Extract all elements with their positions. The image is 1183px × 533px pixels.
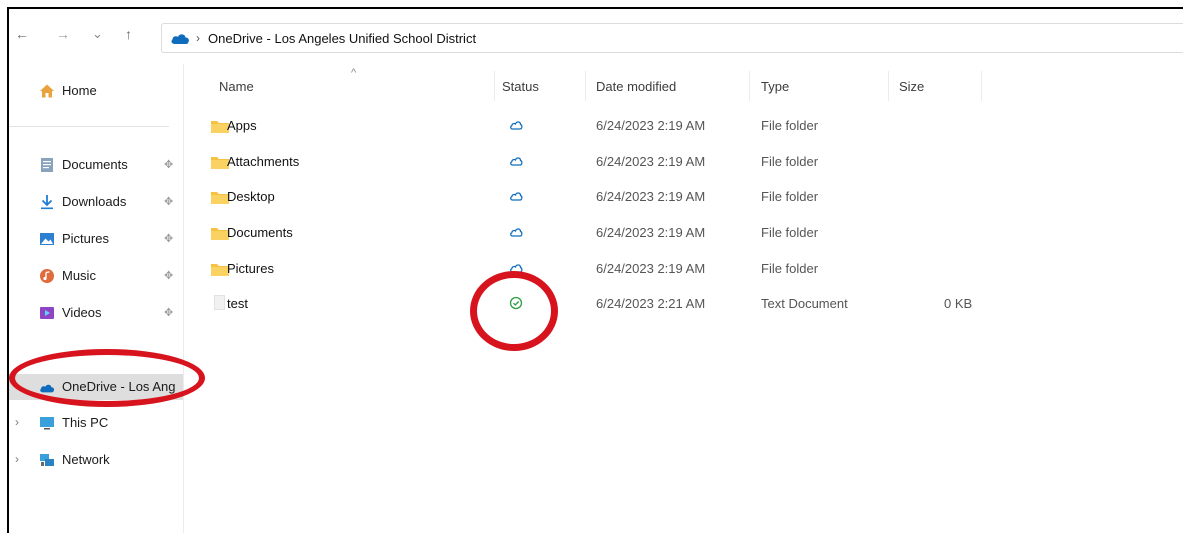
file-name[interactable]: Documents (227, 225, 293, 240)
chevron-right-icon[interactable]: › (15, 379, 19, 393)
file-row-apps[interactable]: Apps 6/24/2023 2:19 AM File folder (199, 109, 1003, 143)
sidebar-item-music[interactable]: Music ✥ (9, 263, 183, 289)
date-modified: 6/24/2023 2:19 AM (596, 225, 706, 240)
forward-button[interactable]: → (56, 27, 70, 41)
breadcrumb-separator: › (196, 31, 200, 45)
music-icon (40, 269, 54, 283)
pictures-icon (40, 233, 54, 245)
up-button[interactable]: ↑ (125, 27, 132, 41)
column-header-type[interactable]: Type (761, 79, 789, 94)
onedrive-cloud-icon (171, 33, 189, 44)
sidebar-item-onedrive[interactable]: › OneDrive - Los Ang (9, 374, 183, 400)
file-row-test[interactable]: test 6/24/2023 2:21 AM Text Document 0 K… (199, 287, 1003, 321)
column-headers: ^ Name Status Date modified Type Size (199, 67, 1183, 101)
cloud-status-icon (510, 157, 523, 166)
pin-icon[interactable]: ✥ (164, 306, 173, 319)
sidebar-divider (9, 126, 169, 127)
file-type: File folder (761, 118, 819, 133)
file-row-desktop[interactable]: Desktop 6/24/2023 2:19 AM File folder (199, 180, 1003, 214)
sidebar-item-label: Music (62, 268, 96, 283)
breadcrumb-onedrive[interactable]: OneDrive - Los Angeles Unified School Di… (208, 31, 476, 46)
sort-ascending-icon: ^ (351, 67, 357, 79)
cloud-status-icon (510, 264, 523, 273)
synced-checkmark-icon (509, 296, 523, 310)
sidebar-item-pictures[interactable]: Pictures ✥ (9, 226, 183, 252)
column-header-date-modified[interactable]: Date modified (596, 79, 676, 94)
column-header-name[interactable]: Name (219, 79, 254, 94)
pin-icon[interactable]: ✥ (164, 195, 173, 208)
downloads-icon (41, 195, 53, 210)
column-divider[interactable] (888, 71, 889, 101)
sidebar-item-videos[interactable]: Videos ✥ (9, 300, 183, 326)
column-divider[interactable] (981, 71, 982, 101)
sidebar-item-label: OneDrive - Los Ang (62, 379, 176, 394)
file-row-attachments[interactable]: Attachments 6/24/2023 2:19 AM File folde… (199, 145, 1003, 179)
file-explorer-window: ← → ⌄ ↑ › OneDrive - Los Angeles Unified… (7, 7, 1183, 533)
file-name[interactable]: test (227, 296, 248, 311)
file-type: Text Document (761, 296, 848, 311)
date-modified: 6/24/2023 2:19 AM (596, 261, 706, 276)
sidebar-item-label: Network (62, 452, 110, 467)
sidebar-item-this-pc[interactable]: › This PC (9, 410, 183, 436)
sidebar-item-label: Videos (62, 305, 102, 320)
back-button[interactable]: ← (15, 27, 29, 41)
date-modified: 6/24/2023 2:19 AM (596, 189, 706, 204)
sidebar-item-documents[interactable]: Documents ✥ (9, 152, 183, 178)
sidebar-item-network[interactable]: › Network (9, 447, 183, 473)
column-header-status[interactable]: Status (502, 79, 539, 94)
navigation-bar: ← → ⌄ ↑ › OneDrive - Los Angeles Unified… (9, 9, 1183, 59)
file-name[interactable]: Pictures (227, 261, 274, 276)
file-size: 0 KB (944, 296, 973, 311)
cloud-status-icon (510, 192, 523, 201)
documents-icon (41, 158, 53, 172)
navigation-pane: Home Documents ✥ Downloads ✥ Pictures ✥ … (9, 64, 184, 533)
sidebar-item-label: Pictures (62, 231, 109, 246)
sidebar-item-label: Downloads (62, 194, 127, 209)
file-type: File folder (761, 154, 819, 169)
chevron-right-icon[interactable]: › (15, 415, 19, 429)
onedrive-cloud-icon (40, 384, 55, 393)
file-type: File folder (761, 225, 819, 240)
file-name[interactable]: Apps (227, 118, 257, 133)
column-divider[interactable] (749, 71, 750, 101)
sidebar-item-label: This PC (62, 415, 109, 430)
sidebar-item-label: Documents (62, 157, 128, 172)
file-type: File folder (761, 189, 819, 204)
home-icon (40, 84, 54, 98)
file-row-pictures[interactable]: Pictures 6/24/2023 2:19 AM File folder (199, 252, 1003, 286)
sidebar-item-downloads[interactable]: Downloads ✥ (9, 189, 183, 215)
date-modified: 6/24/2023 2:21 AM (596, 296, 706, 311)
text-document-icon (214, 295, 225, 310)
column-header-size[interactable]: Size (899, 79, 924, 94)
file-name[interactable]: Desktop (227, 189, 275, 204)
computer-icon (40, 417, 54, 430)
column-divider[interactable] (585, 71, 586, 101)
file-type: File folder (761, 261, 819, 276)
date-modified: 6/24/2023 2:19 AM (596, 118, 706, 133)
pin-icon[interactable]: ✥ (164, 232, 173, 245)
pin-icon[interactable]: ✥ (164, 158, 173, 171)
address-bar[interactable]: › OneDrive - Los Angeles Unified School … (161, 23, 1183, 53)
file-name[interactable]: Attachments (227, 154, 299, 169)
cloud-status-icon (510, 228, 523, 237)
videos-icon (40, 307, 54, 319)
sidebar-item-label: Home (62, 83, 97, 98)
pin-icon[interactable]: ✥ (164, 269, 173, 282)
sidebar-item-home[interactable]: Home (9, 78, 183, 104)
network-icon (40, 454, 54, 466)
chevron-right-icon[interactable]: › (15, 452, 19, 466)
date-modified: 6/24/2023 2:19 AM (596, 154, 706, 169)
file-row-documents[interactable]: Documents 6/24/2023 2:19 AM File folder (199, 216, 1003, 250)
recent-locations-button[interactable]: ⌄ (92, 27, 103, 41)
column-divider[interactable] (494, 71, 495, 101)
cloud-status-icon (510, 121, 523, 130)
